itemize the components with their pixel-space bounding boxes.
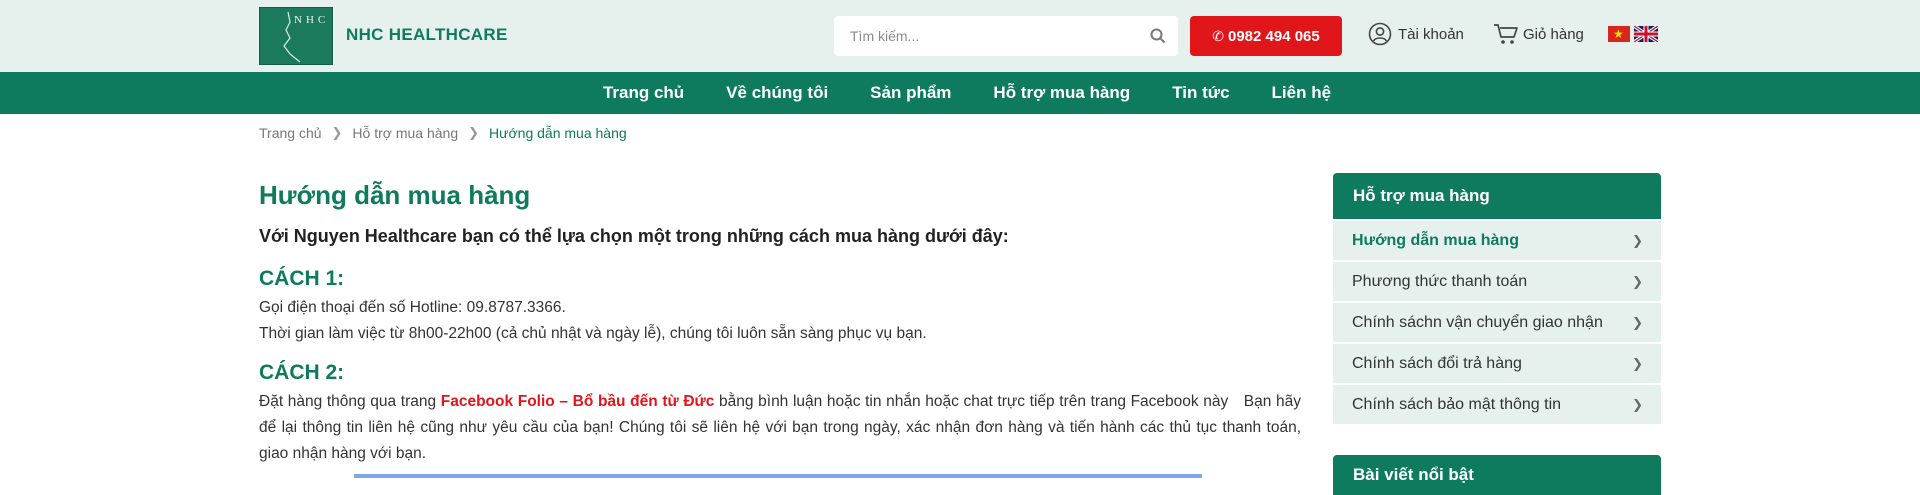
sidebar-item-shipping-policy[interactable]: Chính sáchn vận chuyển giao nhận ❯ <box>1333 303 1661 342</box>
user-circle-icon <box>1368 22 1392 46</box>
sidebar-item-label: Chính sách bảo mật thông tin <box>1352 395 1562 413</box>
chevron-right-icon: ❯ <box>1632 396 1643 412</box>
breadcrumb-support[interactable]: Hỗ trợ mua hàng <box>352 125 458 141</box>
phone-icon: ✆ <box>1212 27 1224 44</box>
intro-text: Với Nguyen Healthcare bạn có thể lựa chọ… <box>259 226 1009 246</box>
chevron-right-icon: ❯ <box>331 125 343 140</box>
logo-text: NHC <box>294 14 330 26</box>
chevron-right-icon: ❯ <box>468 125 480 140</box>
logo[interactable]: NHC <box>259 7 333 65</box>
method1-heading: CÁCH 1: <box>259 267 345 290</box>
uk-flag-icon[interactable] <box>1634 26 1658 42</box>
nav-item-home[interactable]: Trang chủ <box>582 72 705 114</box>
hotline-button[interactable]: ✆ 0982 494 065 <box>1190 16 1342 56</box>
sidebar-item-label: Hướng dẫn mua hàng <box>1352 231 1519 249</box>
sidebar-item-label: Chính sáchn vận chuyển giao nhận <box>1352 313 1603 331</box>
sidebar-item-payment-methods[interactable]: Phương thức thanh toán ❯ <box>1333 262 1661 301</box>
breadcrumb: Trang chủ ❯ Hỗ trợ mua hàng ❯ Hướng dẫn … <box>259 125 627 141</box>
sidebar-item-purchase-guide[interactable]: Hướng dẫn mua hàng ❯ <box>1333 221 1661 260</box>
method2-heading: CÁCH 2: <box>259 361 345 384</box>
sidebar-item-return-policy[interactable]: Chính sách đổi trả hàng ❯ <box>1333 344 1661 383</box>
sidebar-item-label: Phương thức thanh toán <box>1352 272 1528 290</box>
method1-line1: Gọi điện thoại đến số Hotline: 09.8787.3… <box>259 299 566 316</box>
nav-item-products[interactable]: Sản phẩm <box>849 72 972 114</box>
chevron-right-icon: ❯ <box>1632 314 1643 330</box>
facebook-page-link[interactable]: Facebook Folio – Bổ bầu đến từ Đức <box>441 393 715 410</box>
main-nav: Trang chủ Về chúng tôi Sản phẩm Hỗ trợ m… <box>0 72 1920 114</box>
featured-posts-heading: Bài viết nổi bật <box>1333 455 1661 495</box>
brand-name[interactable]: NHC HEALTHCARE <box>346 25 508 45</box>
sidebar-item-label: Chính sách đổi trả hàng <box>1352 354 1522 372</box>
method2-paragraph: Đặt hàng thông qua trang Facebook Folio … <box>259 389 1301 467</box>
cart-label: Giỏ hàng <box>1523 25 1584 43</box>
chevron-right-icon: ❯ <box>1632 273 1643 289</box>
search-icon[interactable] <box>1150 28 1166 44</box>
search-box <box>834 16 1178 56</box>
page-title: Hướng dẫn mua hàng <box>259 180 531 210</box>
nav-item-news[interactable]: Tin tức <box>1151 72 1250 114</box>
nav-item-about[interactable]: Về chúng tôi <box>705 72 849 114</box>
search-input[interactable] <box>850 16 1140 56</box>
top-header: NHC NHC HEALTHCARE ✆ 0982 494 065 Tài kh… <box>0 0 1920 72</box>
account-label: Tài khoản <box>1398 25 1464 43</box>
method1-line2: Thời gian làm việc từ 8h00-22h00 (cả chủ… <box>259 325 927 342</box>
method2-text-pre: Đặt hàng thông qua trang <box>259 393 441 410</box>
article-image <box>354 474 1202 478</box>
breadcrumb-current: Hướng dẫn mua hàng <box>489 125 627 141</box>
sidebar: Hỗ trợ mua hàng Hướng dẫn mua hàng ❯ Phư… <box>1333 173 1661 424</box>
vietnam-flag-icon[interactable]: ★ <box>1608 26 1630 42</box>
sidebar-heading: Hỗ trợ mua hàng <box>1333 173 1661 219</box>
account-link[interactable]: Tài khoản <box>1368 22 1464 46</box>
hotline-number: 0982 494 065 <box>1227 27 1320 45</box>
breadcrumb-home[interactable]: Trang chủ <box>259 125 322 141</box>
language-switcher: ★ <box>1608 26 1658 42</box>
cart-icon <box>1494 24 1518 44</box>
chevron-right-icon: ❯ <box>1632 232 1643 248</box>
cart-link[interactable]: Giỏ hàng <box>1493 22 1584 46</box>
nav-item-contact[interactable]: Liên hệ <box>1251 72 1353 114</box>
chevron-right-icon: ❯ <box>1632 355 1643 371</box>
sidebar-item-privacy-policy[interactable]: Chính sách bảo mật thông tin ❯ <box>1333 385 1661 424</box>
article: Hướng dẫn mua hàng Với Nguyen Healthcare… <box>259 178 1301 467</box>
nav-item-support[interactable]: Hỗ trợ mua hàng <box>972 72 1151 114</box>
